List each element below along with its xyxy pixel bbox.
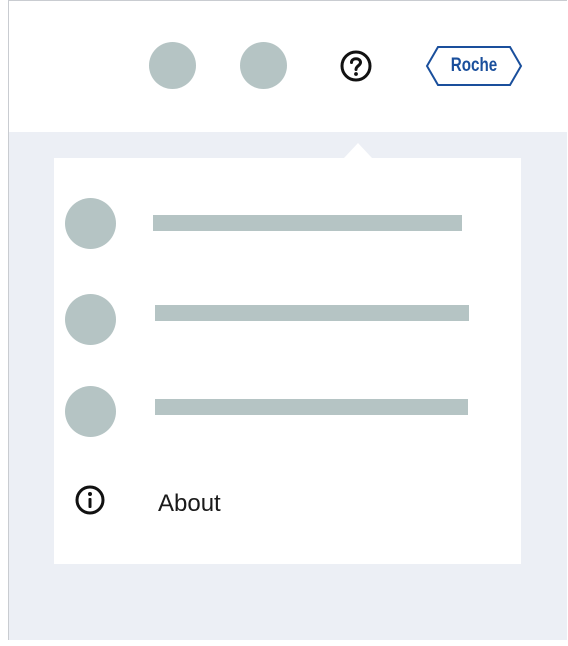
placeholder-label-bar	[153, 215, 462, 231]
info-icon	[75, 485, 105, 515]
logo-text: Roche	[450, 55, 498, 76]
app-frame: Roche About	[8, 0, 567, 640]
placeholder-circle-icon	[65, 198, 116, 249]
dropdown-menu: About	[54, 158, 521, 564]
placeholder-circle-icon	[65, 386, 116, 437]
help-icon[interactable]	[339, 49, 373, 83]
popover-caret	[344, 143, 372, 158]
about-label: About	[158, 490, 221, 517]
placeholder-label-bar	[155, 399, 468, 415]
menu-item-2[interactable]	[54, 290, 521, 350]
top-bar: Roche	[9, 1, 567, 132]
roche-logo[interactable]: Roche	[425, 45, 523, 87]
placeholder-label-bar	[155, 305, 469, 321]
placeholder-circle-icon	[65, 294, 116, 345]
header-button-1[interactable]	[149, 42, 196, 89]
header-button-2[interactable]	[240, 42, 287, 89]
menu-item-1[interactable]	[54, 194, 521, 254]
menu-item-3[interactable]	[54, 382, 521, 442]
